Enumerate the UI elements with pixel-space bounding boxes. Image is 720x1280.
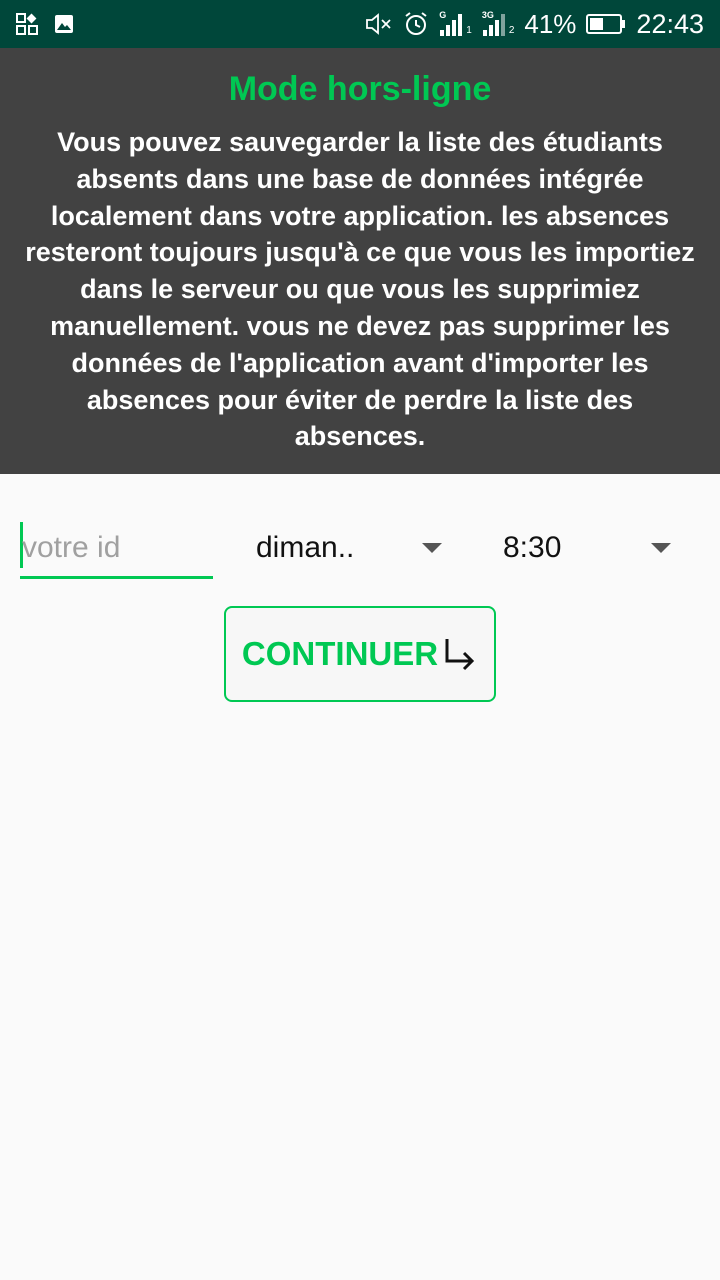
- dropdown-arrow-icon: [422, 543, 442, 553]
- sim1-number: 1: [466, 25, 472, 36]
- clock: 22:43: [636, 8, 704, 39]
- mute-icon: [365, 12, 393, 36]
- status-bar: G 1 3G 2 41% 22:43: [0, 0, 720, 48]
- selection-row: diman.. 8:30: [20, 520, 700, 580]
- app-grid-icon: [16, 13, 38, 35]
- page-title: Mode hors-ligne: [228, 70, 492, 108]
- id-input[interactable]: [20, 520, 213, 576]
- sim1-network-label: G: [439, 10, 447, 20]
- day-dropdown-value: diman..: [256, 531, 355, 564]
- id-input-underline: [20, 576, 213, 579]
- status-bar-left: [16, 13, 74, 35]
- offline-description: Vous pouvez sauvegarder la liste des étu…: [25, 127, 695, 452]
- status-bar-right: G 1 3G 2 41% 22:43: [365, 9, 704, 40]
- battery-percent: 41%: [524, 8, 577, 39]
- day-dropdown[interactable]: diman..: [256, 520, 442, 576]
- sim2-network-label: 3G: [481, 10, 494, 20]
- continue-button-label: CONTINUER: [241, 635, 439, 672]
- dropdown-arrow-icon: [651, 543, 671, 553]
- signal-icon: G 1: [439, 10, 472, 36]
- image-icon: [54, 14, 74, 34]
- signal-icon: 3G 2: [481, 10, 515, 36]
- alarm-icon: [403, 11, 429, 37]
- arrow-down-right-icon: [442, 636, 478, 672]
- sim2-number: 2: [508, 25, 515, 36]
- battery-icon: [586, 13, 626, 35]
- offline-info-panel: Mode hors-ligne Vous pouvez sauvegarder …: [0, 48, 720, 474]
- time-dropdown-value: 8:30: [503, 531, 562, 564]
- id-field[interactable]: [20, 520, 213, 580]
- continue-button[interactable]: CONTINUER: [224, 606, 496, 702]
- time-dropdown[interactable]: 8:30: [503, 520, 671, 576]
